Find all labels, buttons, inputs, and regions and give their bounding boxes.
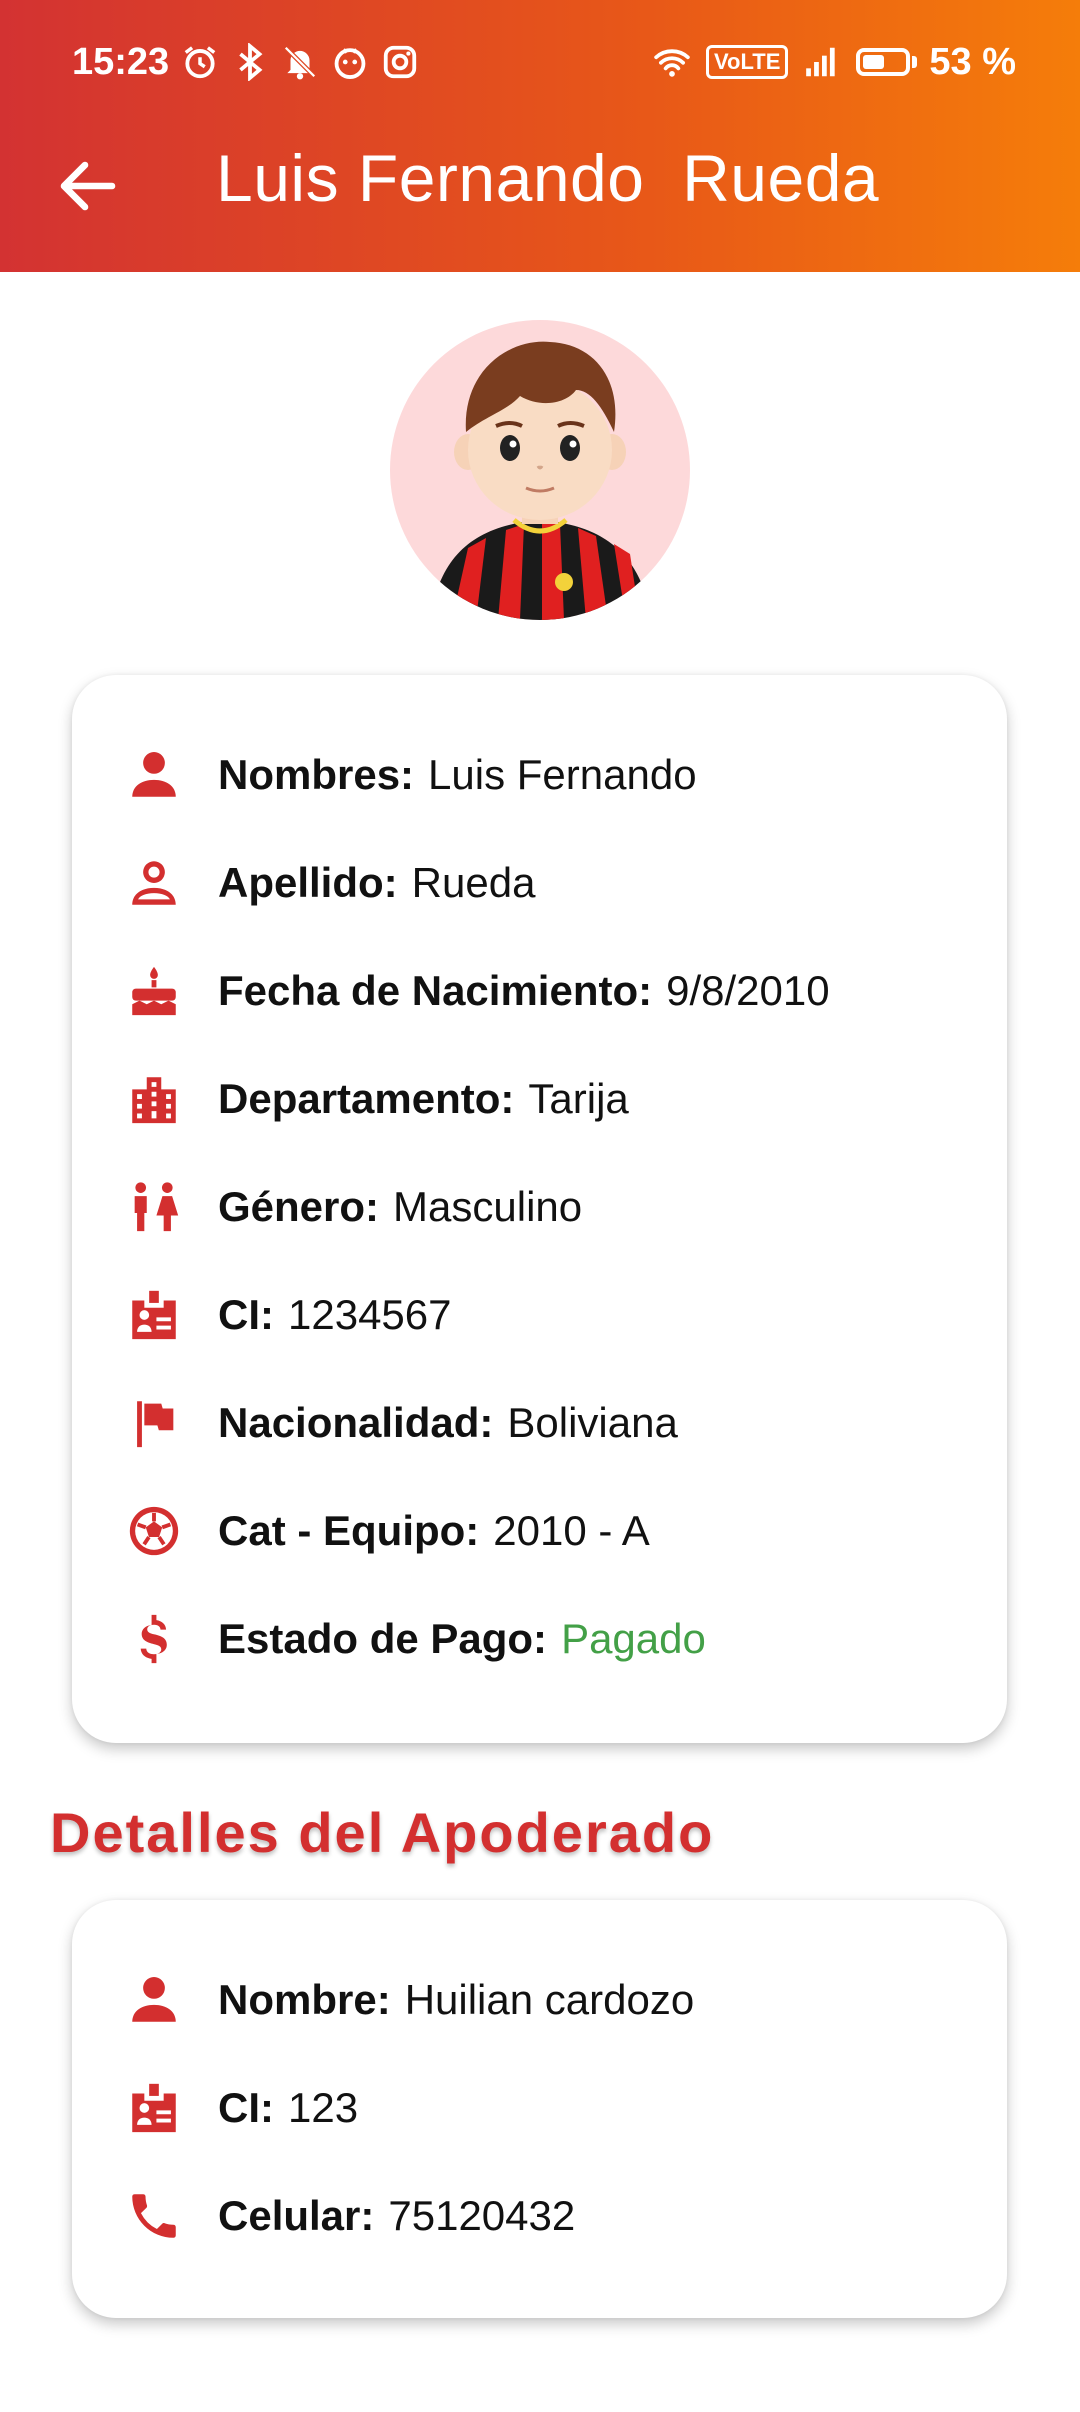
alarm-icon — [181, 43, 219, 81]
row-label: CI: — [218, 1291, 274, 1338]
row-estado-pago: Estado de Pago: Pagado — [122, 1604, 987, 1674]
arrow-left-icon[interactable] — [52, 150, 124, 222]
row-celular-apoderado[interactable]: Celular: 75120432 — [122, 2181, 987, 2251]
payment-status: Pagado — [561, 1615, 706, 1662]
row-value: Luis Fernando — [428, 751, 697, 798]
avatar — [390, 320, 690, 620]
row-label: Apellido: — [218, 859, 398, 906]
signal-icon — [800, 43, 844, 81]
section-title-apoderado: Detalles del Apoderado — [50, 1801, 715, 1864]
row-nacionalidad: Nacionalidad: Boliviana — [122, 1388, 987, 1458]
row-label: Nombre: — [218, 1976, 391, 2023]
status-bar: 15:23 VoLTE 53 % — [72, 32, 1016, 92]
row-value: Tarija — [528, 1075, 629, 1122]
row-genero: Género: Masculino — [122, 1172, 987, 1242]
wifi-icon — [650, 43, 694, 81]
flag-icon — [122, 1391, 186, 1455]
row-value: 1234567 — [288, 1291, 452, 1338]
row-label: Cat - Equipo: — [218, 1507, 480, 1554]
soccer-ball-icon — [122, 1499, 186, 1563]
row-label: Celular: — [218, 2192, 375, 2239]
badge-icon — [122, 2076, 186, 2140]
row-value[interactable]: 75120432 — [388, 2192, 575, 2240]
phone-icon[interactable] — [122, 2184, 186, 2248]
app-notification-icon — [331, 43, 369, 81]
wc-icon — [122, 1175, 186, 1239]
row-value: 9/8/2010 — [666, 967, 830, 1014]
person-icon — [122, 743, 186, 807]
row-label: CI: — [218, 2084, 274, 2131]
row-value: Huilian cardozo — [404, 1976, 695, 2023]
row-ci: CI: 1234567 — [122, 1280, 987, 1350]
bluetooth-icon — [231, 42, 269, 82]
row-value: 2010 - A — [493, 1507, 650, 1554]
guardian-details-card: Nombre: Huilian cardozo CI: 123 Celular:… — [72, 1900, 1007, 2318]
person-icon — [122, 1968, 186, 2032]
row-departamento: Departamento: Tarija — [122, 1064, 987, 1134]
row-label: Género: — [218, 1183, 380, 1230]
volte-badge: VoLTE — [705, 45, 789, 79]
badge-icon — [122, 1283, 186, 1347]
person-outline-icon — [122, 851, 186, 915]
bell-off-icon — [281, 43, 319, 81]
row-nombre-apoderado: Nombre: Huilian cardozo — [122, 1965, 987, 2035]
row-label: Nombres: — [218, 751, 415, 798]
row-label: Fecha de Nacimiento: — [218, 967, 653, 1014]
row-fecha-nacimiento: Fecha de Nacimiento: 9/8/2010 — [122, 956, 987, 1026]
status-time: 15:23 — [72, 40, 170, 83]
row-value: Boliviana — [507, 1399, 678, 1446]
row-value: 123 — [288, 2084, 359, 2131]
row-nombres: Nombres: Luis Fernando — [122, 740, 987, 810]
app-bar: 15:23 VoLTE 53 % Luis Fernando Rueda — [0, 0, 1080, 272]
row-apellido: Apellido: Rueda — [122, 848, 987, 918]
row-value: Masculino — [393, 1183, 583, 1230]
row-value: Rueda — [411, 859, 536, 906]
player-details-card: Nombres: Luis Fernando Apellido: Rueda F… — [72, 675, 1007, 1743]
battery-percent: 53 % — [929, 40, 1016, 83]
row-label: Departamento: — [218, 1075, 515, 1122]
dollar-icon — [122, 1607, 186, 1671]
row-label: Estado de Pago: — [218, 1615, 548, 1662]
battery-icon — [856, 48, 918, 76]
instagram-icon — [381, 43, 419, 81]
row-label: Nacionalidad: — [218, 1399, 494, 1446]
city-icon — [122, 1067, 186, 1131]
row-cat-equipo: Cat - Equipo: 2010 - A — [122, 1496, 987, 1566]
cake-icon — [122, 959, 186, 1023]
page-title: Luis Fernando Rueda — [216, 141, 880, 215]
row-ci-apoderado: CI: 123 — [122, 2073, 987, 2143]
